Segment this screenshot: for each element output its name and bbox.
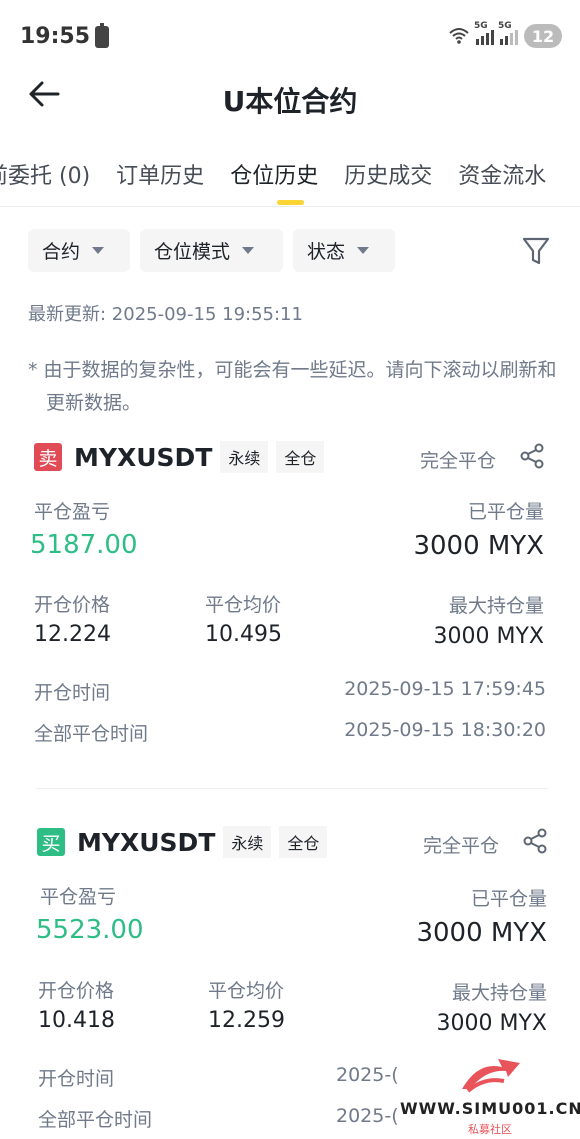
chevron-down-icon — [242, 247, 255, 254]
share-icon[interactable] — [519, 443, 545, 469]
max-position-label: 最大持仓量 — [451, 982, 547, 1004]
battery-indicator: 12 — [524, 24, 562, 48]
close-time-label: 全部平仓时间 — [38, 1109, 153, 1131]
open-time-label: 开仓时间 — [34, 682, 111, 704]
filter-contract[interactable]: 合约 — [28, 229, 130, 272]
filter-contract-label: 合约 — [42, 241, 81, 263]
max-position-label: 最大持仓量 — [448, 595, 544, 617]
status-icons: 5G 5G 12 — [448, 21, 562, 48]
open-time-value: 2025-( — [336, 1064, 399, 1086]
max-position-value: 3000 MYX — [433, 624, 544, 649]
close-time-label: 全部平仓时间 — [34, 723, 149, 745]
close-status: 完全平仓 — [423, 835, 500, 857]
closed-qty-label: 已平仓量 — [467, 501, 544, 523]
pnl-value: 5523.00 — [36, 915, 144, 945]
battery-warning-icon — [95, 23, 109, 48]
position-card-header: 卖 MYXUSDT 永续 全仓 — [34, 441, 325, 473]
share-icon[interactable] — [522, 828, 548, 854]
close-status: 完全平仓 — [420, 450, 497, 472]
status-time: 19:55 — [20, 24, 91, 49]
closed-qty-label: 已平仓量 — [470, 888, 547, 910]
margin-mode-tag: 全仓 — [279, 826, 328, 858]
divider — [0, 206, 580, 207]
last-updated: 最新更新: 2025-09-15 19:55:11 — [28, 304, 303, 325]
open-price-value: 10.418 — [38, 1008, 115, 1033]
sell-badge: 卖 — [34, 443, 62, 471]
open-time-label: 开仓时间 — [38, 1068, 115, 1090]
tab-position-history[interactable]: 仓位历史 — [230, 158, 318, 190]
pnl-value: 5187.00 — [30, 530, 138, 560]
open-time-value: 2025-09-15 17:59:45 — [344, 678, 546, 700]
symbol: MYXUSDT — [74, 442, 213, 472]
open-price-label: 开仓价格 — [34, 594, 111, 616]
buy-badge: 买 — [37, 828, 65, 856]
open-price-value: 12.224 — [34, 622, 111, 647]
close-time-value: 2025-09-15 18:30:20 — [344, 719, 546, 741]
watermark-site: WWW.SIMU001.CN — [400, 1099, 580, 1118]
page-title: U本位合约 — [222, 85, 358, 118]
filter-status-label: 状态 — [307, 241, 346, 263]
closed-qty-value: 3000 MYX — [416, 918, 547, 948]
watermark-sub: 私募社区 — [468, 1123, 512, 1136]
filter-position-mode-label: 仓位模式 — [154, 241, 231, 263]
margin-mode-tag: 全仓 — [276, 441, 325, 473]
delay-notice: * 由于数据的复杂性，可能会有一些延迟。请向下滚动以刷新和更新数据。 — [28, 359, 557, 414]
watermark: WWW.SIMU001.CN 私募社区 — [400, 1055, 580, 1139]
active-tab-indicator — [277, 200, 304, 205]
signal-icon: 5G — [498, 21, 518, 45]
filter-position-mode[interactable]: 仓位模式 — [140, 229, 283, 272]
open-price-label: 开仓价格 — [38, 980, 115, 1002]
contract-type-tag: 永续 — [220, 441, 269, 473]
avg-close-label: 平仓均价 — [208, 980, 285, 1002]
tab-bar: 前委托 (0) 订单历史 仓位历史 历史成交 资金流水 — [0, 158, 546, 190]
card-divider — [36, 788, 548, 789]
pnl-label: 平仓盈亏 — [40, 886, 117, 908]
wifi-icon — [449, 28, 469, 44]
pnl-label: 平仓盈亏 — [34, 501, 111, 523]
contract-type-tag: 永续 — [223, 826, 272, 858]
closed-qty-value: 3000 MYX — [413, 531, 544, 561]
position-card-header: 买 MYXUSDT 永续 全仓 — [37, 826, 328, 858]
tab-funding-flow[interactable]: 资金流水 — [458, 158, 546, 190]
chevron-down-icon — [92, 247, 105, 254]
avg-close-value: 10.495 — [205, 622, 282, 647]
chevron-down-icon — [357, 247, 370, 254]
close-time-value: 2025-( — [336, 1105, 399, 1127]
avg-close-value: 12.259 — [208, 1008, 285, 1033]
avg-close-label: 平仓均价 — [205, 594, 282, 616]
max-position-value: 3000 MYX — [436, 1011, 547, 1036]
signal-icon: 5G — [474, 21, 494, 45]
watermark-logo-icon — [462, 1059, 520, 1093]
filter-status[interactable]: 状态 — [293, 229, 395, 272]
symbol: MYXUSDT — [77, 827, 216, 857]
tab-trade-history[interactable]: 历史成交 — [344, 158, 432, 190]
tab-order-history[interactable]: 订单历史 — [116, 158, 204, 190]
tab-open-orders[interactable]: 前委托 (0) — [0, 158, 90, 190]
filter-funnel-icon[interactable] — [522, 236, 550, 266]
